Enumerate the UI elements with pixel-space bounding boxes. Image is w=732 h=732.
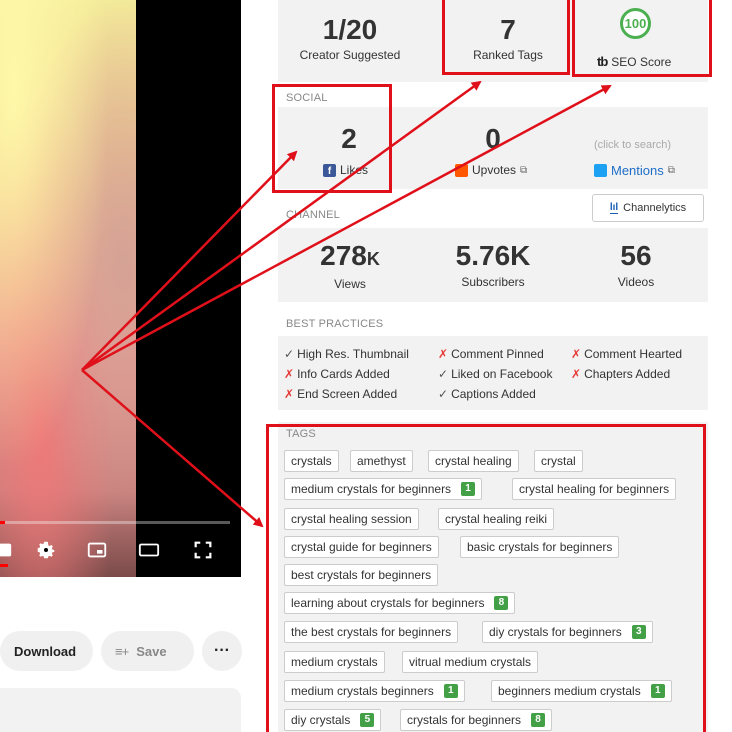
search-hint: (click to search) bbox=[594, 139, 672, 151]
cross-icon: ✗ bbox=[284, 367, 295, 381]
mentions-label: Mentions bbox=[611, 163, 664, 178]
best-practices-title: BEST PRACTICES bbox=[286, 318, 384, 330]
save-button[interactable]: ≡+ Save bbox=[101, 631, 194, 671]
check-icon: ✓ bbox=[438, 367, 449, 381]
best-practice-label: High Res. Thumbnail bbox=[297, 347, 409, 361]
best-practice-label: End Screen Added bbox=[297, 387, 398, 401]
download-label: Download bbox=[14, 643, 77, 659]
subscribers-label: Subscribers bbox=[461, 275, 525, 289]
cross-icon: ✗ bbox=[438, 347, 449, 361]
highlight-seo-score bbox=[572, 0, 712, 77]
more-actions-button[interactable]: ··· bbox=[202, 631, 242, 671]
highlight-likes bbox=[272, 84, 392, 193]
cross-icon: ✗ bbox=[284, 387, 295, 401]
best-practice-label: Comment Pinned bbox=[451, 347, 544, 361]
description-box[interactable] bbox=[0, 688, 241, 732]
upvotes-value: 0 bbox=[485, 123, 501, 154]
best-practice-item: ✓ Liked on Facebook bbox=[438, 367, 552, 381]
creator-suggested-label: Creator Suggested bbox=[299, 48, 401, 62]
theater-icon[interactable] bbox=[137, 538, 161, 562]
best-practice-item: ✓ Captions Added bbox=[438, 387, 536, 401]
cross-icon: ✗ bbox=[571, 367, 582, 381]
views-suffix: K bbox=[366, 249, 380, 269]
highlight-tags bbox=[266, 424, 706, 732]
best-practice-label: Captions Added bbox=[451, 387, 536, 401]
channelytics-label: Channelytics bbox=[623, 202, 687, 214]
upvotes-stat[interactable]: Upvotes ⧉ bbox=[455, 163, 527, 177]
video-frame[interactable] bbox=[0, 0, 136, 577]
best-practice-label: Info Cards Added bbox=[297, 367, 390, 381]
gear-icon[interactable] bbox=[34, 538, 58, 562]
best-practice-item: ✗ Info Cards Added bbox=[284, 367, 390, 381]
best-practice-item: ✗ Chapters Added bbox=[571, 367, 670, 381]
highlight-ranked-tags bbox=[442, 0, 570, 75]
best-practice-item: ✓ High Res. Thumbnail bbox=[284, 347, 409, 361]
progress-fill bbox=[0, 521, 5, 524]
more-icon: ··· bbox=[214, 642, 230, 659]
views-number: 278 bbox=[320, 240, 367, 271]
save-label: Save bbox=[136, 643, 167, 659]
subscribers-value: 5.76K bbox=[455, 240, 531, 271]
fullscreen-icon[interactable] bbox=[191, 538, 215, 562]
views-value: 278K bbox=[300, 240, 400, 272]
progress-bar[interactable] bbox=[0, 521, 230, 524]
channelytics-button[interactable]: lıl Channelytics bbox=[592, 194, 704, 222]
cross-icon: ✗ bbox=[571, 347, 582, 361]
external-link-icon: ⧉ bbox=[520, 164, 528, 176]
best-practice-item: ✗ End Screen Added bbox=[284, 387, 397, 401]
upvotes-label: Upvotes bbox=[472, 163, 517, 177]
bar-chart-icon: lıl bbox=[609, 202, 619, 214]
progress-played-marker bbox=[0, 564, 8, 567]
best-practice-label: Liked on Facebook bbox=[451, 367, 553, 381]
external-link-icon: ⧉ bbox=[667, 165, 675, 176]
video-player[interactable] bbox=[0, 0, 241, 577]
views-label: Views bbox=[334, 277, 366, 291]
creator-suggested-stat: 1/20 Creator Suggested bbox=[288, 14, 412, 62]
best-practice-label: Comment Hearted bbox=[584, 347, 683, 361]
check-icon: ✓ bbox=[284, 347, 295, 361]
reddit-icon bbox=[455, 163, 468, 177]
best-practice-label: Chapters Added bbox=[584, 367, 671, 381]
miniplayer-icon[interactable] bbox=[85, 538, 109, 562]
mentions-link[interactable]: Mentions ⧉ bbox=[594, 163, 675, 178]
best-practice-item: ✗ Comment Pinned bbox=[438, 347, 544, 361]
best-practice-item: ✗ Comment Hearted bbox=[571, 347, 682, 361]
videos-label: Videos bbox=[617, 275, 655, 289]
download-button[interactable]: Download bbox=[0, 631, 93, 671]
subtitles-icon[interactable] bbox=[0, 538, 14, 562]
channel-title: CHANNEL bbox=[286, 209, 340, 221]
twitter-icon bbox=[594, 164, 607, 177]
videos-value: 56 bbox=[620, 240, 652, 271]
creator-suggested-value: 1/20 bbox=[322, 14, 378, 45]
video-letterbox bbox=[136, 0, 241, 577]
playlist-add-icon: ≡+ bbox=[115, 643, 129, 659]
check-icon: ✓ bbox=[438, 387, 449, 401]
